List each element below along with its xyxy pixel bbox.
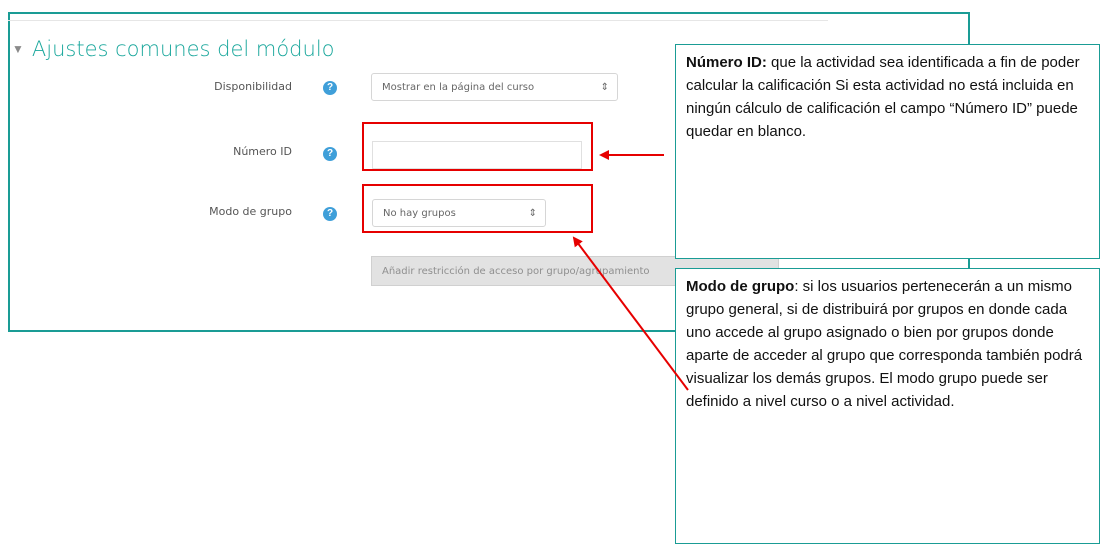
annotation-arrows [572,150,689,391]
arrow-to-group-mode [572,236,689,391]
